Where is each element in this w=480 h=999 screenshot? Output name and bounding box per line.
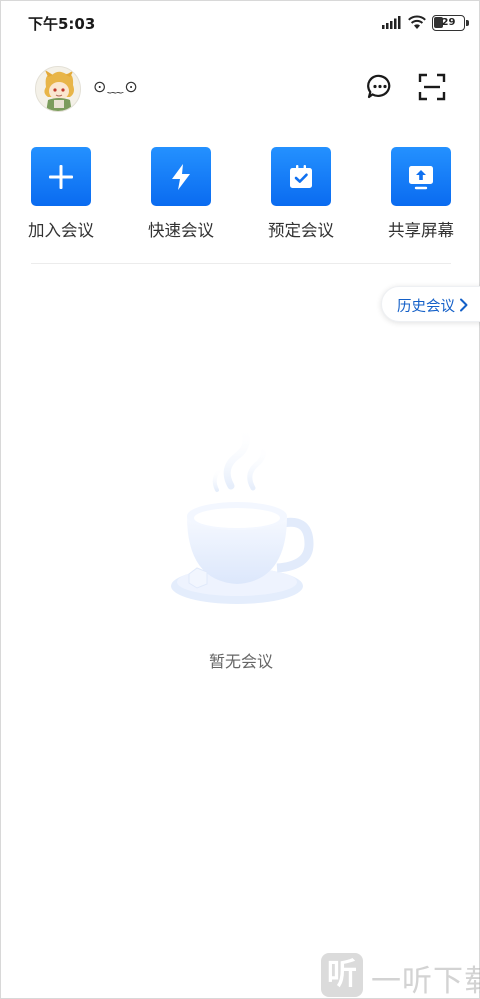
plus-icon — [49, 164, 73, 189]
status-time: 下午5:03 — [28, 15, 96, 33]
share-screen-icon — [409, 165, 433, 189]
join-meeting-button[interactable]: 加入会议 — [11, 147, 111, 247]
quick-meeting-tile[interactable] — [151, 147, 211, 206]
quick-meeting-button[interactable]: 快速会议 — [131, 147, 231, 247]
app-frame: 下午5:03 29 ⊙﹏⊙ 加入会议 快速会议 预定会议 共享屏幕 历史会议 暂… — [0, 0, 480, 999]
history-meetings-label: 历史会议 — [397, 299, 455, 315]
watermark-logo: 听 一听下载 — [321, 951, 480, 999]
wifi-icon — [408, 15, 426, 29]
battery-level: 29 — [441, 17, 456, 28]
avatar-image — [36, 67, 80, 111]
share-screen-label: 共享屏幕 — [388, 221, 454, 240]
battery-icon: 29 — [432, 15, 469, 31]
signal-icon — [382, 16, 401, 29]
quick-meeting-label: 快速会议 — [148, 221, 214, 240]
quick-actions: 加入会议 快速会议 预定会议 共享屏幕 — [1, 147, 480, 247]
schedule-meeting-tile[interactable] — [271, 147, 331, 206]
scan-icon[interactable] — [418, 73, 446, 101]
history-meetings-button[interactable]: 历史会议 — [381, 286, 480, 322]
watermark-badge: 听 — [321, 953, 363, 997]
lightning-icon — [172, 163, 190, 190]
status-bar: 下午5:03 29 — [1, 1, 480, 45]
join-meeting-label: 加入会议 — [28, 221, 94, 240]
avatar[interactable] — [35, 66, 81, 112]
divider — [31, 263, 451, 264]
watermark-text: 一听下载 — [371, 964, 480, 999]
schedule-meeting-button[interactable]: 预定会议 — [251, 147, 351, 247]
share-screen-button[interactable]: 共享屏幕 — [371, 147, 471, 247]
empty-cup-illustration — [171, 422, 314, 604]
schedule-meeting-label: 预定会议 — [268, 221, 334, 240]
calendar-check-icon — [290, 164, 312, 188]
message-icon[interactable] — [366, 73, 394, 101]
chevron-right-icon — [460, 298, 468, 312]
user-nickname[interactable]: ⊙﹏⊙ — [93, 73, 139, 97]
share-screen-tile[interactable] — [391, 147, 451, 206]
join-meeting-tile[interactable] — [31, 147, 91, 206]
empty-state-text: 暂无会议 — [208, 652, 273, 671]
